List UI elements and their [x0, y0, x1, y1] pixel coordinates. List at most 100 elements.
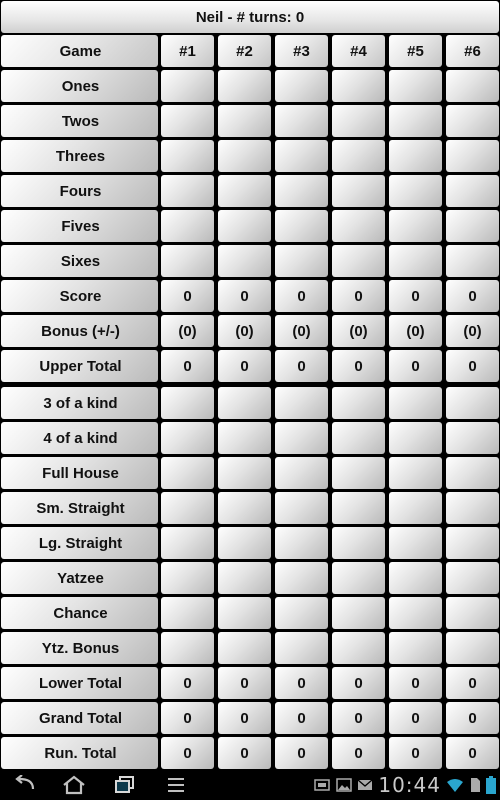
- score-cell[interactable]: [389, 457, 442, 489]
- score-cell[interactable]: [275, 562, 328, 594]
- score-cell[interactable]: [161, 105, 214, 137]
- score-cell[interactable]: [389, 105, 442, 137]
- score-cell[interactable]: [446, 562, 499, 594]
- score-cell[interactable]: [332, 387, 385, 419]
- score-cell[interactable]: 0: [275, 702, 328, 734]
- score-cell[interactable]: (0): [275, 315, 328, 347]
- score-cell[interactable]: [218, 597, 271, 629]
- score-cell[interactable]: 0: [332, 737, 385, 769]
- score-cell[interactable]: [161, 245, 214, 277]
- score-cell[interactable]: [275, 105, 328, 137]
- score-cell[interactable]: [446, 457, 499, 489]
- score-cell[interactable]: [332, 422, 385, 454]
- score-cell[interactable]: [218, 562, 271, 594]
- score-cell[interactable]: [218, 140, 271, 172]
- score-cell[interactable]: [389, 70, 442, 102]
- score-cell[interactable]: 0: [218, 667, 271, 699]
- score-cell[interactable]: [275, 492, 328, 524]
- score-cell[interactable]: 0: [275, 350, 328, 382]
- score-cell[interactable]: [161, 527, 214, 559]
- score-cell[interactable]: [389, 140, 442, 172]
- score-cell[interactable]: [275, 175, 328, 207]
- score-cell[interactable]: [218, 492, 271, 524]
- score-cell[interactable]: (0): [446, 315, 499, 347]
- score-cell[interactable]: [446, 632, 499, 664]
- score-cell[interactable]: [446, 70, 499, 102]
- score-cell[interactable]: [275, 597, 328, 629]
- score-cell[interactable]: [218, 387, 271, 419]
- score-cell[interactable]: [218, 457, 271, 489]
- score-cell[interactable]: [332, 492, 385, 524]
- score-cell[interactable]: [389, 632, 442, 664]
- score-cell[interactable]: [218, 245, 271, 277]
- recent-apps-icon[interactable]: [105, 770, 145, 800]
- score-cell[interactable]: 0: [332, 350, 385, 382]
- score-cell[interactable]: 0: [218, 350, 271, 382]
- score-cell[interactable]: [161, 140, 214, 172]
- score-cell[interactable]: 0: [389, 350, 442, 382]
- score-cell[interactable]: [275, 210, 328, 242]
- score-cell[interactable]: [446, 527, 499, 559]
- score-cell[interactable]: [161, 457, 214, 489]
- score-cell[interactable]: [389, 492, 442, 524]
- score-cell[interactable]: [218, 527, 271, 559]
- score-cell[interactable]: [218, 105, 271, 137]
- score-cell[interactable]: [218, 422, 271, 454]
- score-cell[interactable]: 0: [161, 280, 214, 312]
- score-cell[interactable]: (0): [161, 315, 214, 347]
- score-cell[interactable]: [161, 387, 214, 419]
- score-cell[interactable]: [161, 70, 214, 102]
- score-cell[interactable]: [275, 457, 328, 489]
- score-cell[interactable]: [389, 562, 442, 594]
- score-cell[interactable]: 0: [389, 667, 442, 699]
- score-cell[interactable]: [332, 527, 385, 559]
- score-cell[interactable]: 0: [275, 280, 328, 312]
- score-cell[interactable]: 0: [389, 702, 442, 734]
- score-cell[interactable]: [161, 422, 214, 454]
- score-cell[interactable]: 0: [161, 737, 214, 769]
- score-cell[interactable]: 0: [332, 667, 385, 699]
- score-cell[interactable]: [161, 175, 214, 207]
- score-cell[interactable]: (0): [218, 315, 271, 347]
- score-cell[interactable]: [446, 140, 499, 172]
- score-cell[interactable]: [161, 492, 214, 524]
- score-cell[interactable]: [389, 387, 442, 419]
- score-cell[interactable]: 0: [218, 702, 271, 734]
- score-cell[interactable]: [275, 387, 328, 419]
- score-cell[interactable]: [275, 245, 328, 277]
- score-cell[interactable]: [218, 210, 271, 242]
- score-cell[interactable]: [332, 175, 385, 207]
- score-cell[interactable]: 0: [161, 702, 214, 734]
- score-cell[interactable]: [332, 70, 385, 102]
- score-cell[interactable]: 0: [446, 702, 499, 734]
- score-cell[interactable]: [389, 175, 442, 207]
- score-cell[interactable]: 0: [218, 737, 271, 769]
- score-cell[interactable]: 0: [161, 350, 214, 382]
- score-cell[interactable]: [332, 210, 385, 242]
- score-cell[interactable]: [275, 632, 328, 664]
- score-cell[interactable]: [446, 105, 499, 137]
- score-cell[interactable]: [161, 597, 214, 629]
- score-cell[interactable]: [332, 597, 385, 629]
- score-cell[interactable]: 0: [446, 667, 499, 699]
- score-cell[interactable]: [218, 632, 271, 664]
- score-cell[interactable]: 0: [161, 667, 214, 699]
- score-cell[interactable]: [332, 140, 385, 172]
- score-cell[interactable]: [161, 632, 214, 664]
- score-cell[interactable]: 0: [389, 280, 442, 312]
- score-cell[interactable]: [446, 597, 499, 629]
- score-cell[interactable]: [446, 422, 499, 454]
- score-cell[interactable]: 0: [332, 702, 385, 734]
- score-cell[interactable]: [161, 562, 214, 594]
- score-cell[interactable]: 0: [446, 280, 499, 312]
- score-cell[interactable]: [332, 245, 385, 277]
- score-cell[interactable]: [446, 492, 499, 524]
- score-cell[interactable]: [446, 245, 499, 277]
- score-cell[interactable]: [446, 175, 499, 207]
- score-cell[interactable]: 0: [332, 280, 385, 312]
- score-cell[interactable]: [275, 70, 328, 102]
- score-cell[interactable]: [389, 210, 442, 242]
- score-cell[interactable]: [389, 245, 442, 277]
- score-cell[interactable]: 0: [275, 667, 328, 699]
- score-cell[interactable]: [275, 422, 328, 454]
